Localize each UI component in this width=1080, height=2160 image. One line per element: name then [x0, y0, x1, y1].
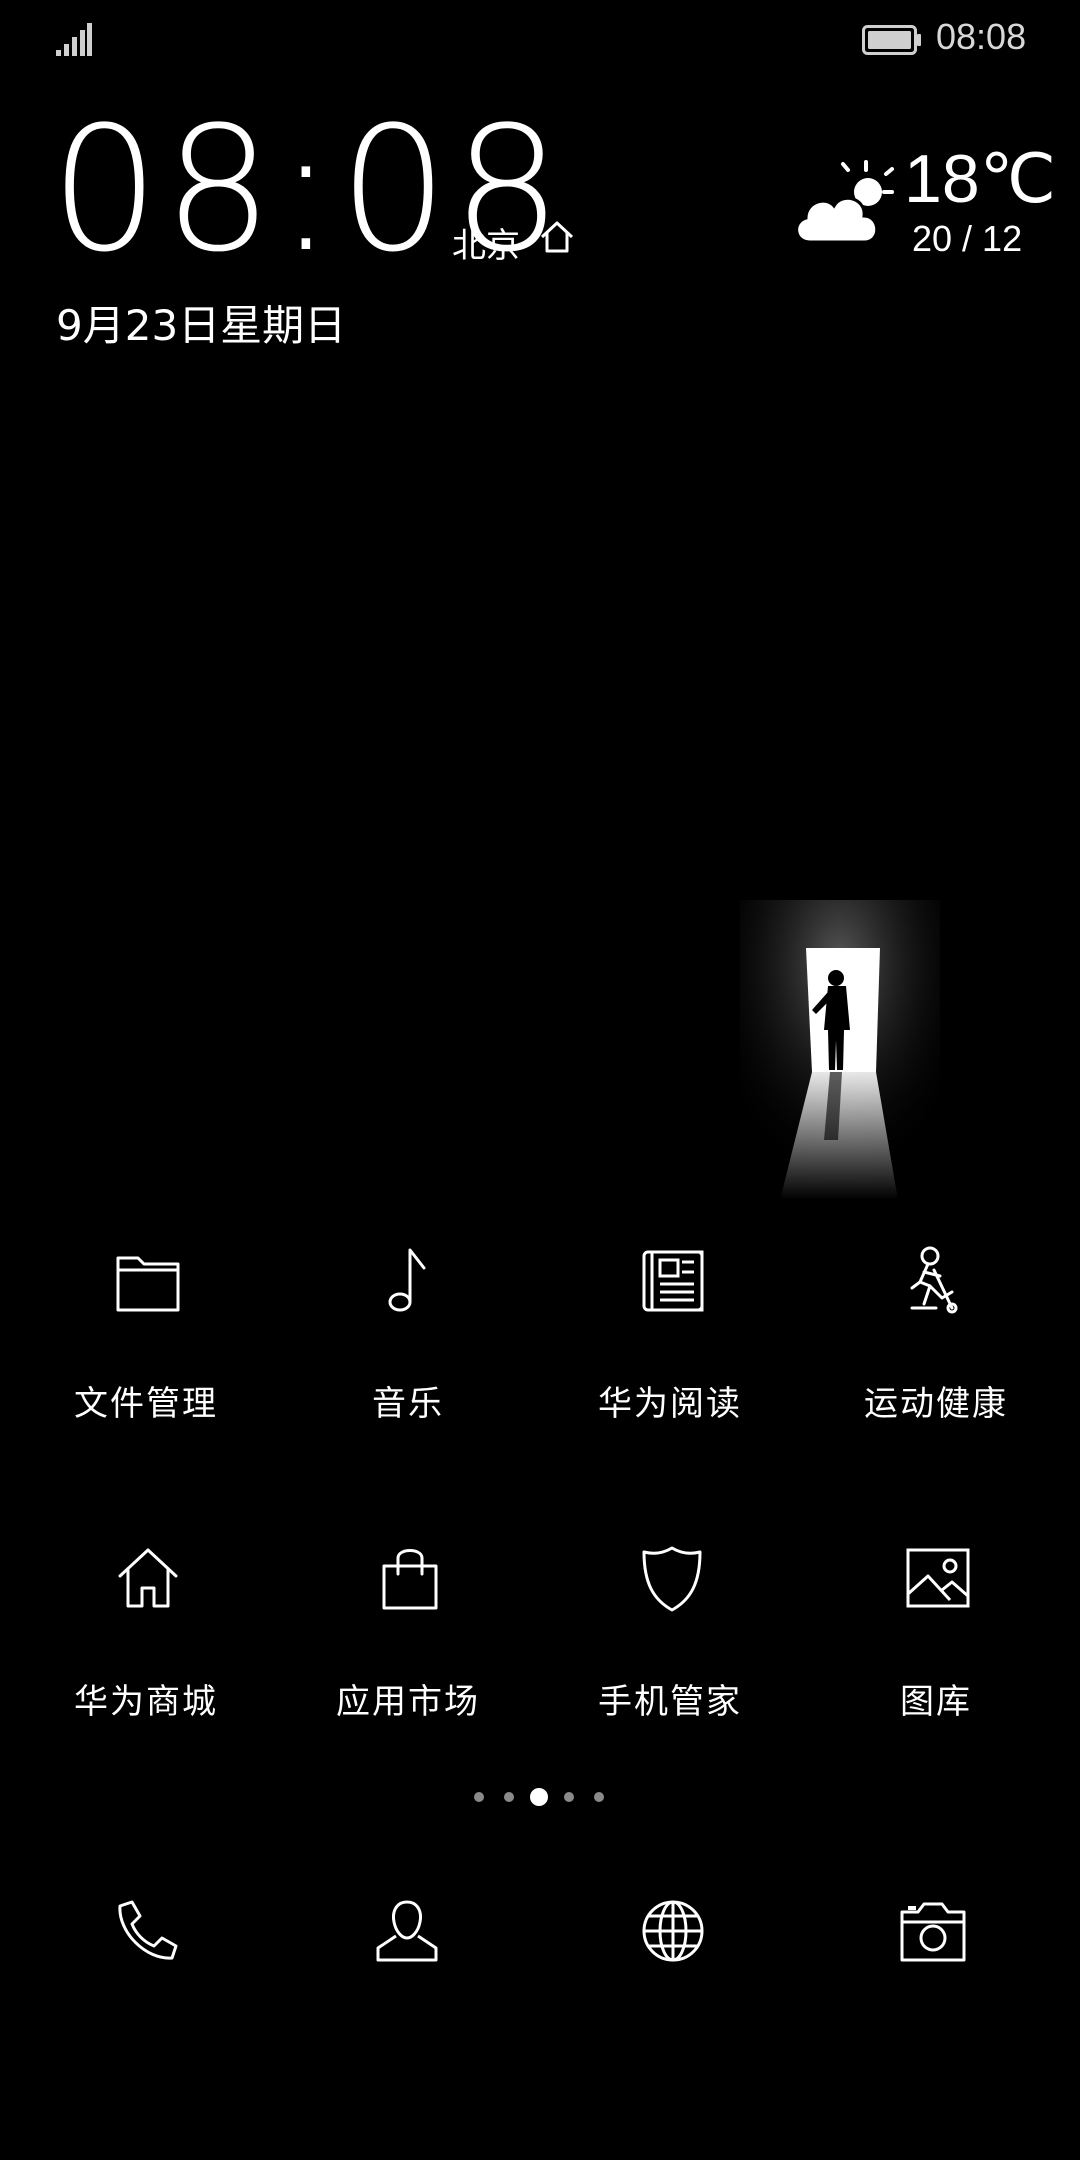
page-dot[interactable]	[474, 1792, 484, 1802]
contacts-icon[interactable]	[372, 1898, 442, 1964]
shield-icon	[642, 1546, 702, 1612]
browser-globe-icon[interactable]	[638, 1898, 708, 1964]
app-phone-manager[interactable]: 手机管家	[560, 1544, 780, 1754]
app-music[interactable]: 音乐	[298, 1246, 518, 1456]
folder-icon	[116, 1256, 180, 1312]
app-label: 华为商城	[74, 1682, 218, 1722]
battery-icon	[862, 25, 921, 55]
partly-cloudy-icon[interactable]	[788, 156, 898, 252]
temperature[interactable]: 18℃	[904, 140, 1056, 219]
home-screen: 08:08 08:08 北京 9月23日星期日 18℃ 20 / 12 文件管理…	[0, 0, 1080, 2160]
news-icon	[642, 1250, 704, 1312]
music-note-icon	[388, 1248, 426, 1312]
gallery-icon	[906, 1548, 970, 1608]
app-label: 手机管家	[598, 1682, 742, 1722]
page-dot-active[interactable]	[530, 1788, 548, 1806]
weather-city[interactable]: 北京	[452, 218, 520, 267]
app-health[interactable]: 运动健康	[826, 1246, 1046, 1456]
home-location-icon	[540, 221, 574, 253]
page-dot[interactable]	[594, 1792, 604, 1802]
app-label: 应用市场	[336, 1682, 480, 1722]
app-file-manager[interactable]: 文件管理	[36, 1246, 256, 1456]
camera-icon[interactable]	[898, 1898, 968, 1964]
app-huawei-mall[interactable]: 华为商城	[36, 1544, 256, 1754]
page-indicator	[470, 1786, 610, 1810]
status-time: 08:08	[936, 16, 1027, 57]
app-label: 华为阅读	[598, 1384, 742, 1424]
app-gallery[interactable]: 图库	[826, 1544, 1046, 1754]
phone-icon[interactable]	[110, 1898, 180, 1964]
app-label: 文件管理	[74, 1384, 218, 1424]
temperature-range: 20 / 12	[912, 218, 1023, 259]
app-label: 运动健康	[864, 1384, 1008, 1424]
fitness-icon	[910, 1246, 958, 1314]
app-label: 图库	[900, 1682, 972, 1722]
status-bar: 08:08	[0, 0, 1080, 80]
signal-icon	[56, 23, 92, 56]
app-app-market[interactable]: 应用市场	[298, 1544, 518, 1754]
page-dot[interactable]	[504, 1792, 514, 1802]
clock-date[interactable]: 9月23日星期日	[56, 292, 346, 353]
app-label: 音乐	[372, 1384, 444, 1424]
app-huawei-reader[interactable]: 华为阅读	[560, 1246, 780, 1456]
wallpaper-doorway-image	[740, 900, 940, 1220]
shopping-bag-icon	[382, 1549, 438, 1610]
home-icon	[118, 1548, 178, 1608]
page-dot[interactable]	[564, 1792, 574, 1802]
